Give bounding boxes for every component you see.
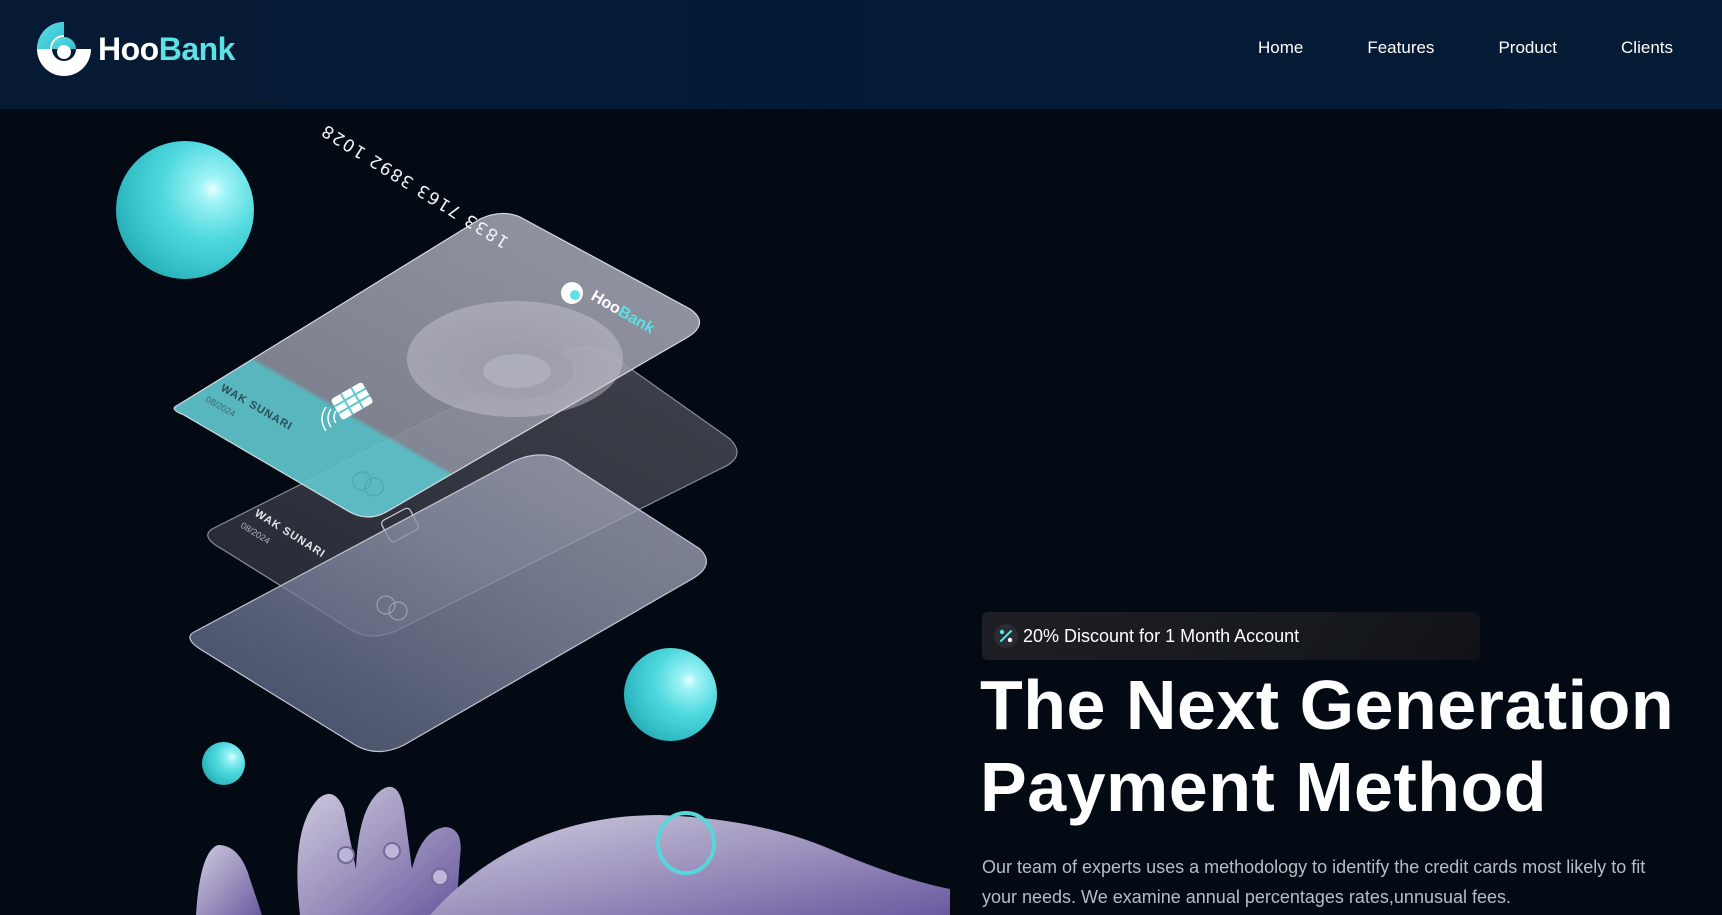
- main-nav: Home Features Product Clients: [1194, 37, 1673, 59]
- discount-badge-text: 20% Discount for 1 Month Account: [1023, 625, 1300, 646]
- discount-percent-icon: [994, 624, 1018, 648]
- hero-headline-line-1: The Next Generation: [980, 666, 1675, 744]
- hero-headline: The Next Generation Payment Method: [980, 664, 1710, 828]
- nav-product-link[interactable]: Product: [1498, 37, 1557, 59]
- robot-hand: [196, 786, 950, 915]
- credit-cards-illustration: WAK SUNARI 08/2024 1833 7163 3892 1028 H…: [173, 119, 950, 915]
- nav-home-link[interactable]: Home: [1258, 37, 1303, 59]
- nav-features-link[interactable]: Features: [1367, 37, 1434, 59]
- nav-clients-link[interactable]: Clients: [1621, 37, 1673, 59]
- hero-description: Our team of experts uses a methodology t…: [982, 857, 1646, 907]
- discount-badge: 20% Discount for 1 Month Account: [982, 612, 1480, 660]
- logo-text: HooBank: [98, 31, 235, 67]
- hero-headline-line-2: Payment Method: [980, 748, 1548, 826]
- hero-illustration: WAK SUNARI 08/2024 1833 7163 3892 1028 H…: [0, 109, 950, 915]
- logo-icon: [37, 22, 92, 76]
- top-card-number: 1833 7163 3892 1028: [317, 119, 512, 251]
- navbar: HooBank Home Features Product Clients: [0, 0, 1722, 109]
- brand-logo[interactable]: HooBank: [36, 21, 235, 77]
